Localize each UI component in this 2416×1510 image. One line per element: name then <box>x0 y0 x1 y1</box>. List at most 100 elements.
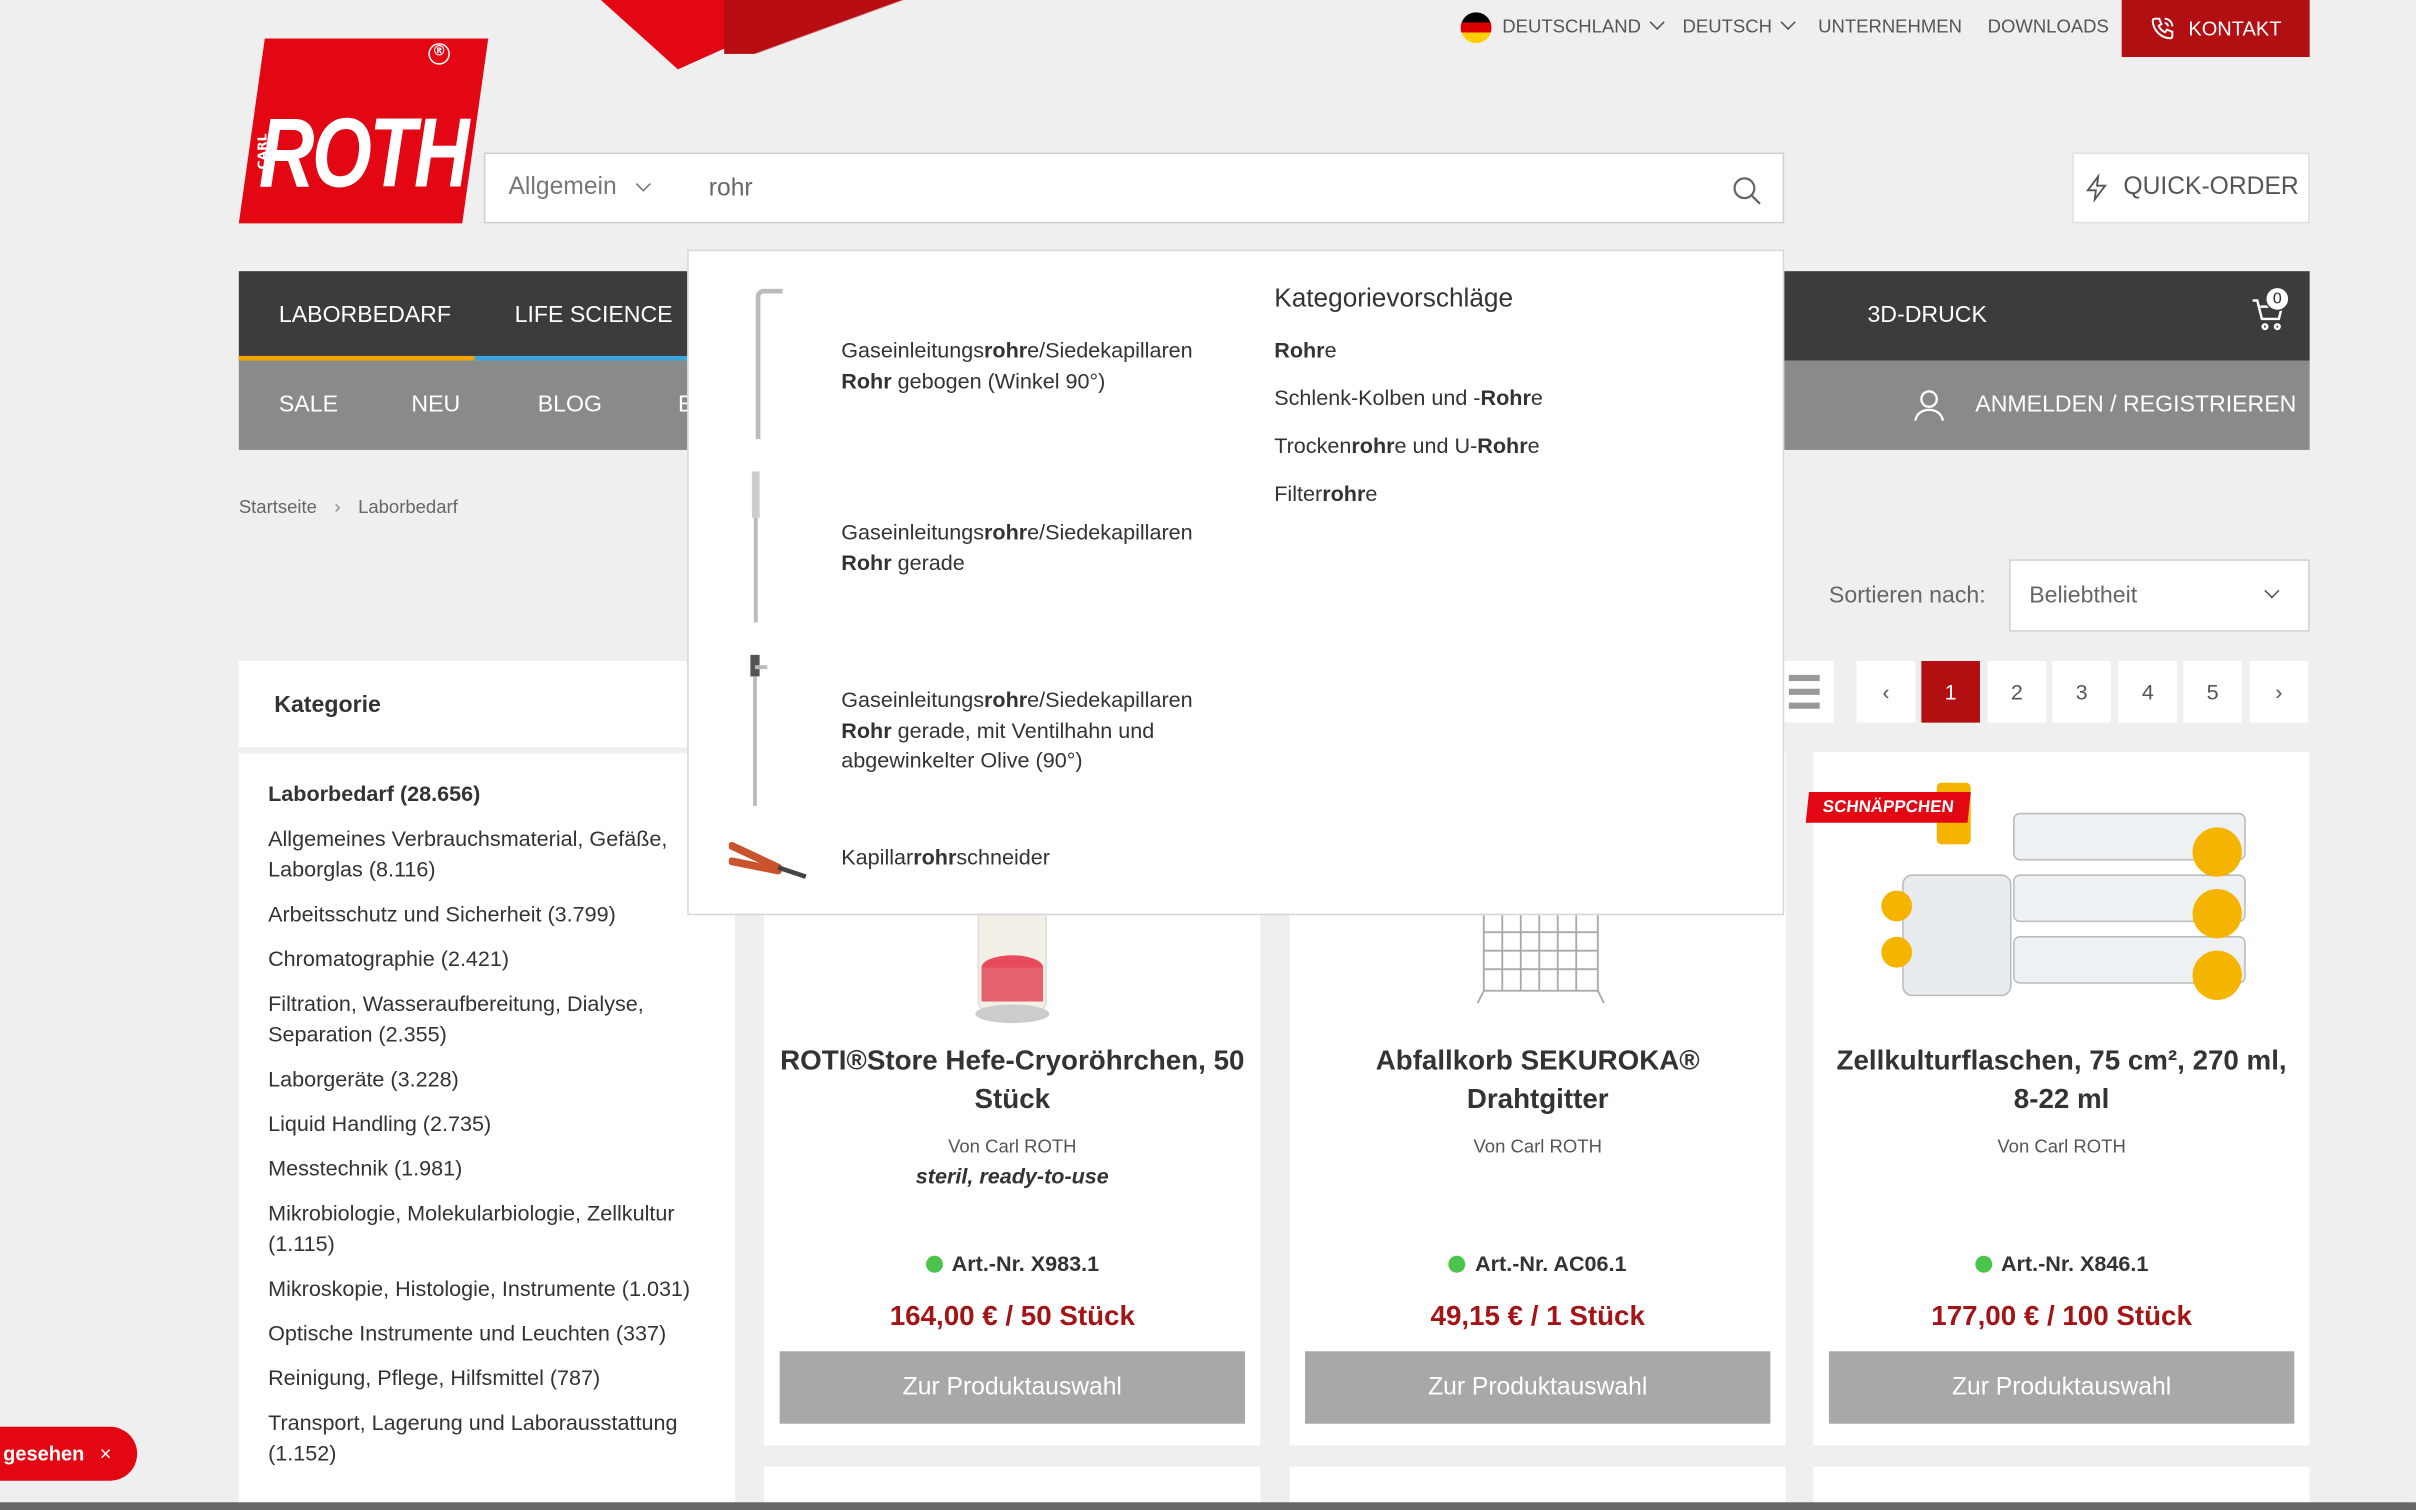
breadcrumb-separator-icon: › <box>334 496 341 518</box>
product-article: Art.-Nr. X846.1 <box>1814 1251 2310 1276</box>
category-suggestion[interactable]: Rohre <box>1274 337 1336 362</box>
suggestion-text: Kapillarrohrschneider <box>841 844 1050 870</box>
breadcrumb-current[interactable]: Laborbedarf <box>358 496 458 518</box>
germany-flag-icon <box>1460 12 1492 44</box>
pagination-page-4[interactable]: 4 <box>2118 661 2178 723</box>
nav-life-science[interactable]: LIFE SCIENCE <box>515 271 673 360</box>
category-suggestions-heading: Kategorievorschläge <box>1274 283 1514 313</box>
lightning-icon <box>2086 173 2108 203</box>
logo-small-text: CARL <box>255 133 270 170</box>
category-heading: Kategorie <box>274 691 381 719</box>
recently-viewed-pill[interactable]: gesehen × <box>0 1426 138 1481</box>
pagination-prev[interactable]: ‹ <box>1856 661 1916 723</box>
login-link[interactable]: ANMELDEN / REGISTRIEREN <box>1911 361 2297 450</box>
breadcrumb: Startseite › Laborbedarf <box>239 496 458 518</box>
sort-select[interactable]: Beliebtheit <box>2009 559 2310 632</box>
select-product-button[interactable]: Zur Produktauswahl <box>1305 1351 1771 1424</box>
pagination-page-3[interactable]: 3 <box>2052 661 2111 723</box>
country-selector[interactable]: DEUTSCHLAND <box>1502 14 1665 37</box>
country-label: DEUTSCHLAND <box>1502 15 1641 37</box>
search-icon[interactable] <box>1730 174 1764 208</box>
login-label: ANMELDEN / REGISTRIEREN <box>1975 391 2297 418</box>
product-article: Art.-Nr. AC06.1 <box>1290 1251 1786 1276</box>
pagination-page-2[interactable]: 2 <box>1987 661 2047 723</box>
category-suggestion[interactable]: Filterrohre <box>1274 481 1377 506</box>
product-brand: Von Carl ROTH <box>1997 1135 2126 1158</box>
product-price: 164,00 € / 50 Stück <box>889 1300 1135 1332</box>
quick-order-button[interactable]: QUICK-ORDER <box>2072 152 2310 224</box>
select-product-button[interactable]: Zur Produktauswahl <box>779 1351 1245 1424</box>
valve-tube-image <box>750 654 768 806</box>
product-subtitle: steril, ready-to-use <box>915 1163 1109 1188</box>
phone-icon <box>2152 17 2174 40</box>
downloads-link[interactable]: DOWNLOADS <box>1988 15 2109 37</box>
quick-order-label: QUICK-ORDER <box>2123 174 2299 201</box>
search-suggestions-dropdown: Gaseinleitungsrohre/Siedekapillaren Rohr … <box>687 249 1785 916</box>
company-link[interactable]: UNTERNEHMEN <box>1818 15 1962 37</box>
chevron-down-icon <box>636 176 652 192</box>
pagination-page-5[interactable]: 5 <box>2183 661 2242 723</box>
language-selector[interactable]: DEUTSCH <box>1683 14 1796 37</box>
availability-dot-icon <box>1974 1255 1992 1273</box>
availability-dot-icon <box>925 1255 943 1273</box>
category-item[interactable]: Reinigung, Pflege, Hilfsmittel (787) <box>268 1364 715 1394</box>
article-number: Art.-Nr. X846.1 <box>2000 1251 2149 1276</box>
article-number: Art.-Nr. AC06.1 <box>1475 1251 1627 1276</box>
breadcrumb-home[interactable]: Startseite <box>239 496 317 518</box>
search-bar: Allgemein <box>483 152 1785 224</box>
chevron-down-icon <box>1649 14 1665 30</box>
close-icon[interactable]: × <box>100 1442 112 1465</box>
category-item[interactable]: Mikrobiologie, Molekularbiologie, Zellku… <box>268 1199 715 1259</box>
straight-tube-image <box>751 471 760 623</box>
contact-button[interactable]: KONTAKT <box>2121 0 2310 58</box>
category-filter-header[interactable]: Kategorie <box>238 661 735 748</box>
category-item[interactable]: Laborbedarf (28.656) <box>268 780 715 810</box>
suggestion-text: Gaseinleitungsrohre/Siedekapillaren Rohr … <box>841 337 1193 393</box>
product-price: 177,00 € / 100 Stück <box>1931 1300 2192 1332</box>
cart-count: 0 <box>2264 286 2290 312</box>
header-decoration-dark <box>724 0 1017 54</box>
wire-basket-image <box>1476 913 1605 1004</box>
nav-3d-druck[interactable]: 3D-DRUCK <box>1867 271 1986 360</box>
search-scope-label: Allgemein <box>508 174 617 201</box>
deal-badge: SCHNÄPPCHEN <box>1805 791 1971 823</box>
category-item[interactable]: Transport, Lagerung und Laborausstattung… <box>268 1408 715 1468</box>
product-card[interactable]: Zellkulturflaschen, 75 cm², 270 ml, 8-22… <box>1813 751 2310 1446</box>
registered-mark: ® <box>428 43 450 65</box>
logo-text: ROTH <box>258 97 470 209</box>
subnav-sale[interactable]: SALE <box>279 361 338 450</box>
article-number: Art.-Nr. X983.1 <box>951 1251 1100 1276</box>
availability-dot-icon <box>1448 1255 1466 1273</box>
cryo-tube-image <box>975 905 1050 1024</box>
sort-value: Beliebtheit <box>2029 582 2138 609</box>
category-item[interactable]: Mikroskopie, Histologie, Instrumente (1.… <box>268 1274 715 1304</box>
category-item[interactable]: Laborgeräte (3.228) <box>268 1065 715 1095</box>
search-input[interactable] <box>708 169 1695 210</box>
category-suggestion[interactable]: Trockenrohre und U-Rohre <box>1274 433 1539 458</box>
product-brand: Von Carl ROTH <box>1473 1135 1602 1158</box>
category-item[interactable]: Allgemeines Verbrauchsmaterial, Gefäße, … <box>268 824 715 884</box>
product-title[interactable]: ROTI®Store Hefe-Cryoröhrchen, 50 Stück <box>780 1042 1245 1119</box>
category-item[interactable]: Filtration, Wasseraufbereitung, Dialyse,… <box>268 989 715 1049</box>
chevron-down-icon <box>2264 583 2280 599</box>
cart-button[interactable]: 0 <box>2250 286 2290 339</box>
subnav-neu[interactable]: NEU <box>411 361 460 450</box>
category-item[interactable]: Arbeitsschutz und Sicherheit (3.799) <box>268 900 715 930</box>
pagination-next[interactable]: › <box>2249 661 2309 723</box>
product-title[interactable]: Zellkulturflaschen, 75 cm², 270 ml, 8-22… <box>1829 1042 2294 1119</box>
bent-tube-image <box>755 288 783 440</box>
category-suggestion[interactable]: Schlenk-Kolben und -Rohre <box>1274 385 1543 410</box>
category-item[interactable]: Chromatographie (2.421) <box>268 945 715 975</box>
chevron-down-icon <box>1780 14 1796 30</box>
search-scope-select[interactable]: Allgemein <box>508 174 652 202</box>
select-product-button[interactable]: Zur Produktauswahl <box>1828 1351 2295 1424</box>
sort-label: Sortieren nach: <box>1828 582 1986 609</box>
nav-laborbedarf[interactable]: LABORBEDARF <box>279 271 451 360</box>
category-item[interactable]: Liquid Handling (2.735) <box>268 1109 715 1139</box>
suggestion-text: Gaseinleitungsrohre/Siedekapillaren Rohr … <box>841 519 1193 574</box>
subnav-blog[interactable]: BLOG <box>538 361 602 450</box>
category-item[interactable]: Messtechnik (1.981) <box>268 1154 715 1184</box>
product-title[interactable]: Abfallkorb SEKUROKA® Drahtgitter <box>1305 1042 1770 1119</box>
pagination-page-1[interactable]: 1 <box>1921 661 1980 723</box>
category-item[interactable]: Optische Instrumente und Leuchten (337) <box>268 1319 715 1349</box>
